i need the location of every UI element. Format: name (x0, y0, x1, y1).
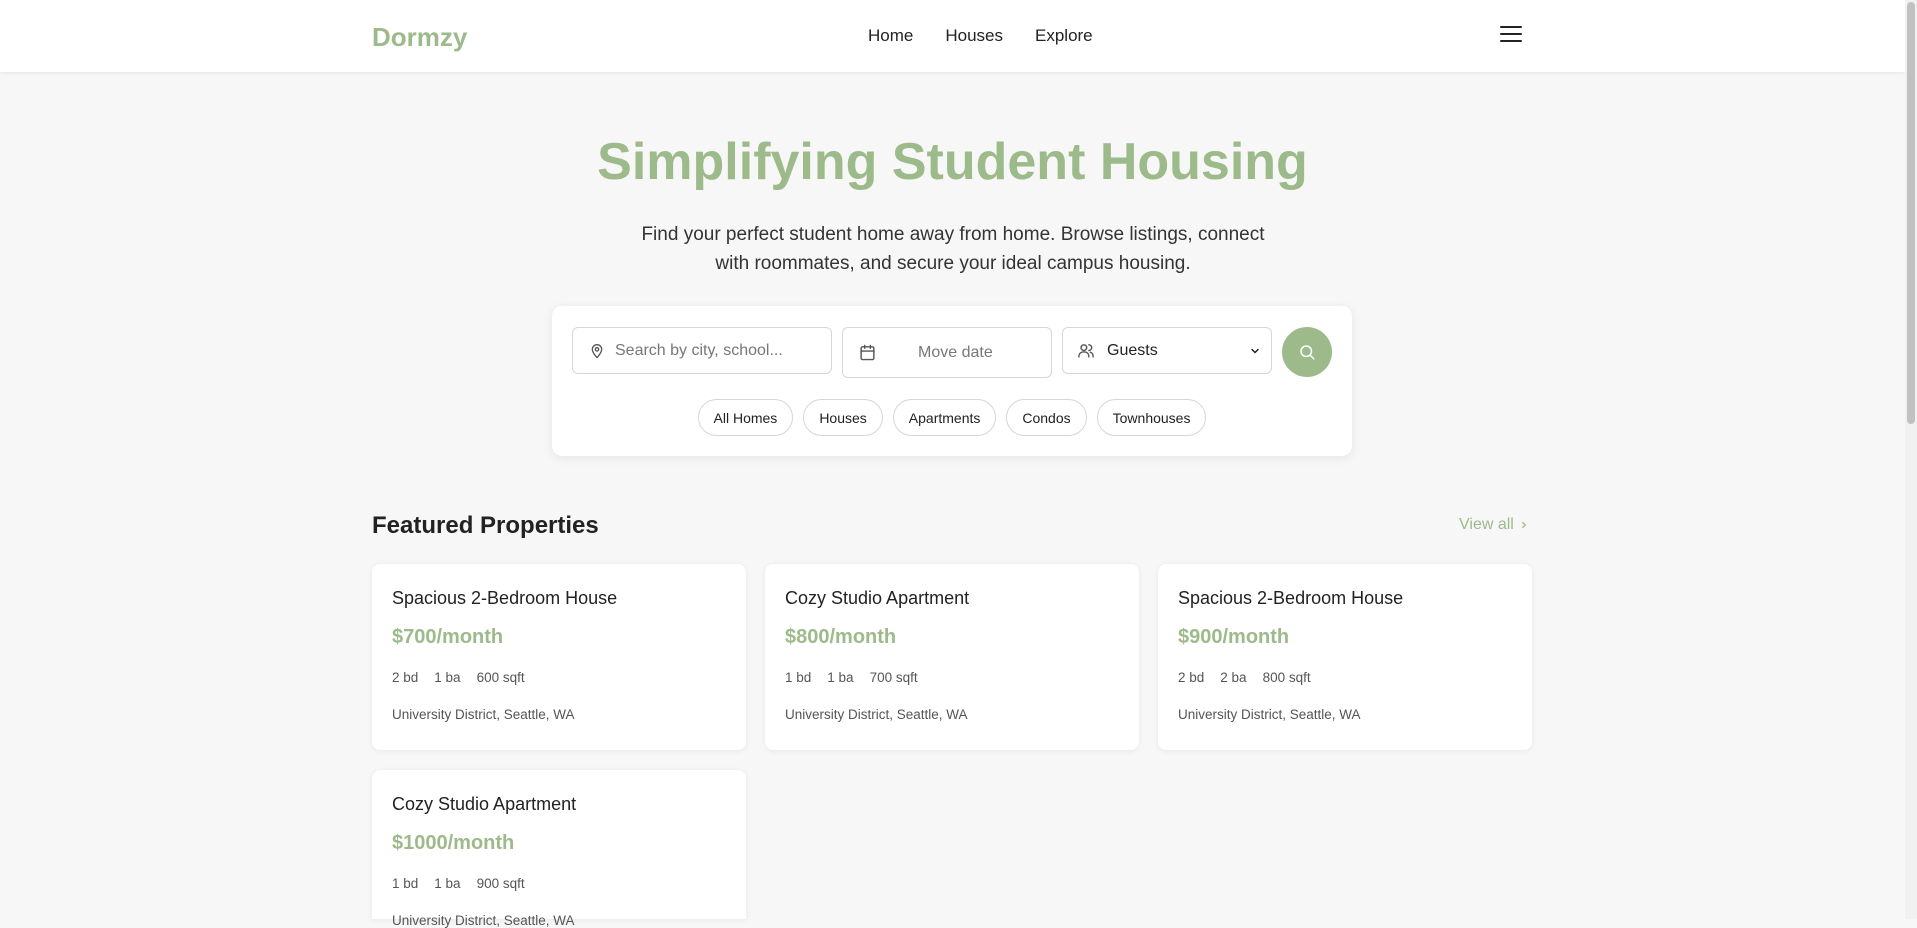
property-card[interactable]: Spacious 2-Bedroom House $900/month 2 bd… (1158, 564, 1532, 750)
property-stats: 2 bd 2 ba 800 sqft (1178, 670, 1512, 685)
hero-title: Simplifying Student Housing (597, 133, 1308, 191)
property-beds: 1 bd (785, 670, 812, 685)
logo[interactable]: Dormzy (372, 22, 467, 53)
calendar-icon (860, 344, 875, 361)
property-card[interactable]: Cozy Studio Apartment $800/month 1 bd 1 … (765, 564, 1139, 750)
property-baths: 2 ba (1220, 670, 1247, 685)
property-sqft: 800 sqft (1262, 670, 1311, 685)
property-beds: 2 bd (392, 670, 419, 685)
filter-condos[interactable]: Condos (1006, 399, 1087, 436)
property-price: $900/month (1178, 626, 1290, 648)
property-price: $1000/month (392, 832, 515, 854)
property-location: University District, Seattle, WA (392, 913, 575, 928)
property-baths: 1 ba (434, 876, 461, 891)
guests-select[interactable]: Guests (1062, 327, 1272, 374)
property-stats: 1 bd 1 ba 700 sqft (785, 670, 1119, 685)
search-icon (1300, 345, 1315, 360)
guests-selected-value: Guests (1107, 341, 1158, 359)
hamburger-menu-icon[interactable] (1500, 26, 1522, 46)
page-scrollbar[interactable] (1905, 0, 1917, 919)
top-navbar: Dormzy Home Houses Explore (0, 0, 1905, 72)
property-beds: 2 bd (1178, 670, 1205, 685)
property-location: University District, Seattle, WA (785, 707, 968, 722)
property-price: $800/month (785, 626, 897, 648)
filter-houses[interactable]: Houses (803, 399, 883, 436)
property-price: $700/month (392, 626, 504, 648)
nav-link-explore[interactable]: Explore (1035, 26, 1093, 46)
property-location: University District, Seattle, WA (392, 707, 575, 722)
filter-apartments[interactable]: Apartments (892, 399, 997, 436)
property-title: Spacious 2-Bedroom House (392, 588, 618, 608)
property-sqft: 700 sqft (869, 670, 918, 685)
property-card[interactable]: Spacious 2-Bedroom House $700/month 2 bd… (372, 564, 746, 750)
map-pin-icon (591, 343, 603, 358)
filter-townhouses[interactable]: Townhouses (1096, 399, 1207, 436)
featured-section-title: Featured Properties (372, 512, 599, 539)
view-all-link[interactable]: View all (1459, 516, 1529, 534)
location-search-input[interactable] (615, 341, 815, 360)
search-panel: Move date Guests All Homes Houses Apartm… (552, 306, 1352, 456)
property-title: Spacious 2-Bedroom House (1178, 588, 1404, 608)
property-baths: 1 ba (434, 670, 461, 685)
property-title: Cozy Studio Apartment (392, 794, 577, 814)
nav-link-houses[interactable]: Houses (945, 26, 1003, 46)
property-sqft: 600 sqft (476, 670, 525, 685)
property-sqft: 900 sqft (476, 876, 525, 891)
property-beds: 1 bd (392, 876, 419, 891)
property-stats: 1 bd 1 ba 900 sqft (392, 876, 726, 891)
property-card[interactable]: Cozy Studio Apartment $1000/month 1 bd 1… (372, 770, 746, 928)
users-icon (1078, 344, 1094, 358)
chevron-down-icon (1251, 348, 1259, 353)
chevron-right-icon (1521, 521, 1526, 529)
property-title: Cozy Studio Apartment (785, 588, 970, 608)
location-search-field[interactable] (572, 327, 832, 374)
hero-subtitle: Find your perfect student home away from… (641, 224, 1265, 274)
move-date-field[interactable]: Move date (842, 327, 1052, 378)
property-location: University District, Seattle, WA (1178, 707, 1361, 722)
view-all-label: View all (1459, 516, 1514, 533)
filter-all-homes[interactable]: All Homes (697, 399, 794, 436)
property-stats: 2 bd 1 ba 600 sqft (392, 670, 726, 685)
nav-links: Home Houses Explore (868, 26, 1125, 46)
nav-link-home[interactable]: Home (868, 26, 913, 46)
property-type-filters: All Homes Houses Apartments Condos Townh… (552, 399, 1352, 436)
search-button[interactable] (1282, 327, 1332, 377)
scrollbar-thumb[interactable] (1907, 2, 1915, 424)
move-date-label: Move date (918, 343, 993, 361)
property-baths: 1 ba (827, 670, 854, 685)
